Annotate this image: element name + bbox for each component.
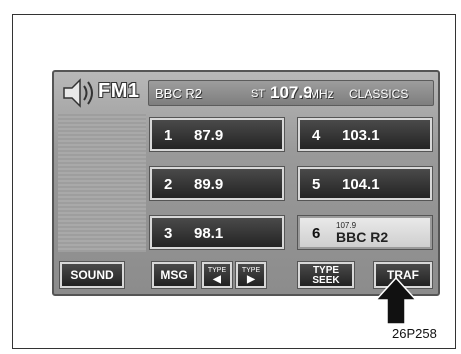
preset-number: 2 [164,176,173,193]
preset-number: 5 [312,176,321,193]
preset-button-4[interactable]: 4 103.1 [298,118,432,151]
program-type: CLASSICS [349,87,409,101]
preset-number: 1 [164,127,173,144]
preset-frequency: 104.1 [342,176,380,193]
msg-button[interactable]: MSG [152,262,196,288]
frequency-readout: 107.9 [270,83,313,102]
preset-station-name: BBC R2 [336,229,389,245]
right-arrow-icon: ▶ [247,274,255,285]
preset-button-6[interactable]: 6 107.9 BBC R2 [298,216,432,249]
figure-code: 26P258 [392,326,437,341]
status-bar: BBC R2 ST 107.9 MHz CLASSICS [148,80,434,106]
station-name: BBC R2 [155,86,202,101]
type-seek-line2: SEEK [312,275,340,286]
preset-frequency: 98.1 [194,225,224,242]
band-label: FM1 [98,80,140,102]
preset-frequency: 87.9 [194,127,224,144]
preset-number: 3 [164,225,173,242]
speaker-icon [63,78,93,108]
preset-button-3[interactable]: 3 98.1 [150,216,284,249]
type-seek-button[interactable]: TYPE SEEK [298,262,354,288]
side-panel [58,112,146,252]
band-indicator: FM1 [58,76,148,108]
sound-button[interactable]: SOUND [60,262,124,288]
type-next-button[interactable]: TYPE ▶ [236,262,266,288]
stereo-indicator: ST [251,88,266,100]
preset-number: 6 [312,225,321,242]
preset-number: 4 [312,127,321,144]
preset-frequency: 89.9 [194,176,224,193]
left-arrow-icon: ◀ [213,274,221,285]
type-prev-button[interactable]: TYPE ◀ [202,262,232,288]
frequency-unit: MHz [309,87,334,101]
preset-frequency: 103.1 [342,127,380,144]
preset-button-1[interactable]: 1 87.9 [150,118,284,151]
preset-button-2[interactable]: 2 89.9 [150,167,284,200]
up-arrow-icon [374,276,418,325]
radio-screen: FM1 BBC R2 ST 107.9 MHz CLASSICS 1 87.9 … [52,70,440,296]
preset-button-5[interactable]: 5 104.1 [298,167,432,200]
